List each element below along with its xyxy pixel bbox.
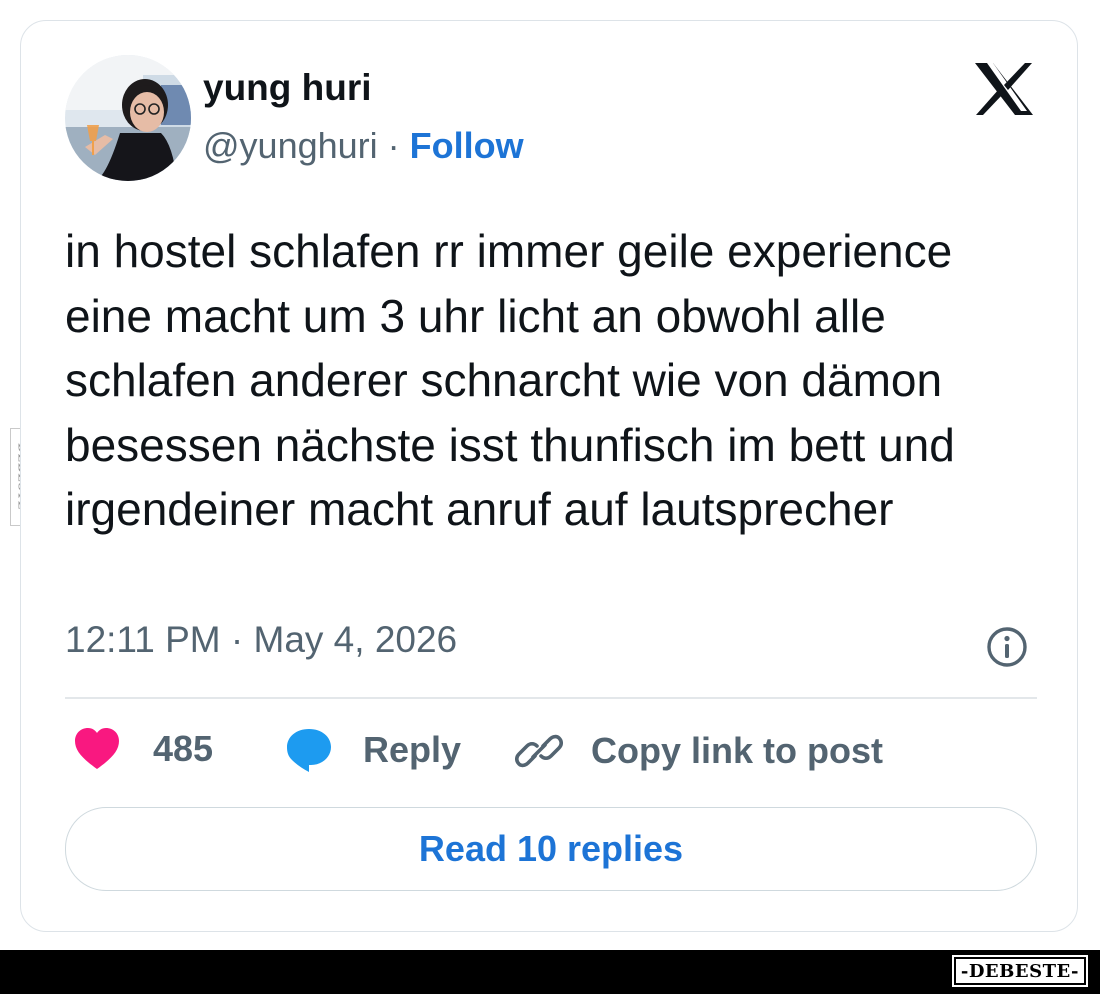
- handle-row: @yunghuri · Follow: [203, 125, 524, 167]
- tweet-timestamp[interactable]: 12:11 PM · May 4, 2026: [65, 619, 457, 661]
- x-logo-icon[interactable]: [973, 61, 1035, 117]
- avatar[interactable]: [65, 55, 191, 181]
- info-icon[interactable]: [985, 625, 1029, 669]
- reply-label: Reply: [363, 729, 462, 770]
- like-count: 485: [153, 728, 214, 769]
- follow-link[interactable]: Follow: [410, 125, 524, 166]
- read-replies-button[interactable]: Read 10 replies: [65, 807, 1037, 891]
- brand-logo-text: -DEBESTE-: [960, 960, 1079, 982]
- like-button[interactable]: 485: [73, 727, 213, 771]
- tweet-text: in hostel schlafen rr immer geile experi…: [65, 225, 955, 535]
- divider: [65, 697, 1037, 699]
- link-icon: [515, 734, 563, 768]
- brand-logo: -DEBESTE-: [951, 955, 1089, 987]
- heart-icon: [75, 728, 119, 769]
- bottom-watermark-bar: -DEBESTE-: [0, 950, 1100, 994]
- speech-bubble-icon: [287, 729, 331, 772]
- handle-separator: ·: [387, 125, 400, 166]
- copy-link-label: Copy link to post: [591, 730, 883, 771]
- copy-link-button[interactable]: Copy link to post: [515, 727, 883, 775]
- reply-button[interactable]: Reply: [285, 727, 461, 773]
- author-name[interactable]: yung huri: [203, 67, 372, 109]
- author-handle[interactable]: @yunghuri: [203, 125, 378, 166]
- tweet-card: yung huri @yunghuri · Follow in hostel s…: [20, 20, 1078, 932]
- read-replies-label: Read 10 replies: [418, 828, 684, 869]
